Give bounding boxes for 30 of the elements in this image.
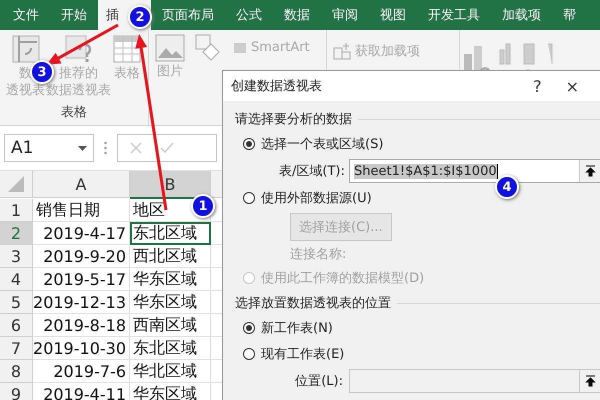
step-number-badge: 1	[191, 194, 215, 218]
dialog-title: 创建数据透视表	[231, 78, 323, 95]
table-cell: 2019-9-20	[33, 245, 130, 268]
radio-label: 现有工作表(E)	[261, 346, 344, 363]
table-cell: 2019-4-17	[33, 222, 130, 245]
table-cell: 2019-5-17	[33, 268, 130, 291]
radio-label: 使用外部数据源(U)	[261, 190, 372, 207]
table-cell: 2019-10-30	[33, 337, 130, 360]
field-label: 表/区域(T):	[279, 163, 343, 180]
table-cell: 销售日期	[33, 199, 130, 222]
group-label: 表格	[60, 104, 88, 122]
table-cell: 华东区域	[130, 268, 211, 291]
section-heading: 请选择要分析的数据	[235, 111, 352, 128]
table-cell: 2019-7-6	[33, 360, 130, 383]
radio-label: 新工作表(N)	[261, 320, 333, 337]
table-cell: 2019-4-11	[33, 383, 130, 400]
section-heading: 选择放置数据透视表的位置	[235, 295, 391, 312]
table-cell: 西北区域	[130, 245, 211, 268]
connection-name-label: 连接名称:	[290, 246, 346, 263]
field-label: 位置(L):	[294, 373, 343, 390]
radio-label: 使用此工作簿的数据模型(D)	[261, 270, 424, 287]
table-cell: 东北区域	[130, 222, 211, 245]
table-cell: 华东区域	[130, 291, 211, 314]
table-cell: 西南区域	[130, 314, 211, 337]
table-cell: 2019-12-13	[33, 291, 130, 314]
radio-label: 选择一个表或区域(S)	[261, 136, 384, 153]
table-cell: 2019-8-18	[33, 314, 130, 337]
table-cell: 东北区域	[130, 337, 211, 360]
table-cell: 华北区域	[130, 360, 211, 383]
cell-reference: A1	[11, 138, 34, 158]
